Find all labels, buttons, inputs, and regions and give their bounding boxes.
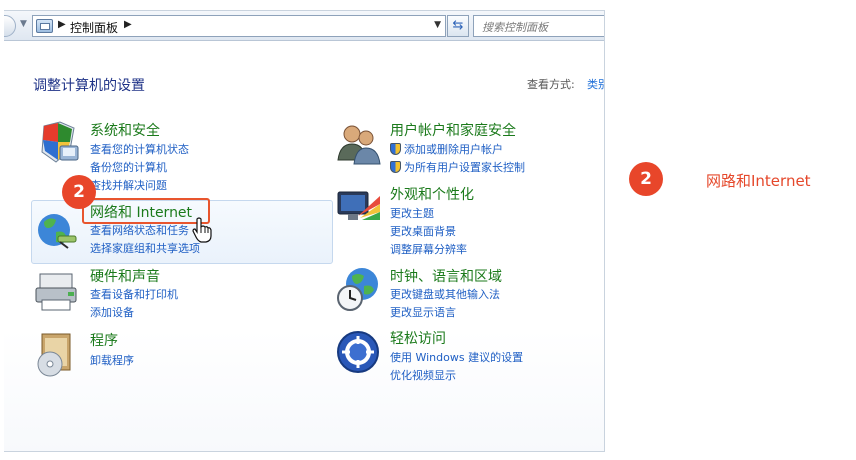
link-homegroup-sharing[interactable]: 选择家庭组和共享选项 <box>90 240 200 256</box>
link-display-language[interactable]: 更改显示语言 <box>390 304 456 320</box>
user-accounts-icon[interactable] <box>336 122 382 168</box>
breadcrumb-arrow-icon[interactable]: ▶ <box>58 19 66 30</box>
clock-language-icon[interactable] <box>336 266 382 312</box>
step-badge-on-screenshot: 2 <box>62 175 96 209</box>
network-title-highlight-frame <box>82 198 210 224</box>
refresh-icon: ⇆ <box>452 18 464 33</box>
view-by-label: 查看方式: <box>527 78 575 91</box>
user-accounts-title[interactable]: 用户帐户和家庭安全 <box>390 120 516 140</box>
link-recommended-settings[interactable]: 使用 Windows 建议的设置 <box>390 349 523 365</box>
search-input[interactable] <box>474 17 604 38</box>
step-label-annotation: 网路和Internet <box>706 172 811 190</box>
control-panel-icon <box>36 19 53 33</box>
link-screen-resolution[interactable]: 调整屏幕分辨率 <box>390 241 467 257</box>
network-globe-icon[interactable] <box>34 206 80 252</box>
appearance-icon[interactable] <box>336 186 382 232</box>
link-add-device[interactable]: 添加设备 <box>90 304 134 320</box>
back-button[interactable] <box>4 15 16 37</box>
link-optimize-display[interactable]: 优化视频显示 <box>390 367 456 383</box>
hand-cursor-icon <box>192 217 212 243</box>
link-parental-controls[interactable]: 为所有用户设置家长控制 <box>390 159 525 175</box>
refresh-button[interactable]: ⇆ <box>447 15 469 37</box>
uac-shield-icon <box>390 143 401 155</box>
link-parental-controls-label: 为所有用户设置家长控制 <box>404 161 525 174</box>
programs-title[interactable]: 程序 <box>90 330 118 350</box>
address-dropdown-icon[interactable]: ▼ <box>434 20 441 30</box>
link-add-remove-accounts[interactable]: 添加或删除用户帐户 <box>390 141 503 157</box>
search-box[interactable] <box>473 15 604 38</box>
printer-hardware-icon[interactable] <box>34 268 80 314</box>
ease-of-access-icon[interactable] <box>336 330 382 376</box>
view-by-dropdown[interactable]: 类别 <box>587 76 604 92</box>
link-change-keyboard[interactable]: 更改键盘或其他输入法 <box>390 286 500 302</box>
history-dropdown-icon[interactable]: ▼ <box>20 19 27 29</box>
link-troubleshoot[interactable]: 查找并解决问题 <box>90 177 167 193</box>
address-toolbar: ▼ ▶ 控制面板 ▶ ▼ ⇆ <box>4 11 604 41</box>
breadcrumb-control-panel[interactable]: 控制面板 <box>70 19 118 36</box>
link-change-wallpaper[interactable]: 更改桌面背景 <box>390 223 456 239</box>
link-network-status[interactable]: 查看网络状态和任务 <box>90 222 189 238</box>
link-backup-computer[interactable]: 备份您的计算机 <box>90 159 167 175</box>
step-badge-annotation: 2 <box>629 162 663 196</box>
breadcrumb-arrow-icon[interactable]: ▶ <box>124 19 132 30</box>
link-devices-printers[interactable]: 查看设备和打印机 <box>90 286 178 302</box>
clock-language-title[interactable]: 时钟、语言和区域 <box>390 266 502 286</box>
page-title: 调整计算机的设置 <box>33 78 145 94</box>
address-bar[interactable]: ▶ 控制面板 ▶ ▼ <box>32 15 446 37</box>
link-uninstall-program[interactable]: 卸载程序 <box>90 352 134 368</box>
link-change-theme[interactable]: 更改主题 <box>390 205 434 221</box>
ease-of-access-title[interactable]: 轻松访问 <box>390 328 446 348</box>
programs-icon[interactable] <box>34 332 80 378</box>
link-view-computer-status[interactable]: 查看您的计算机状态 <box>90 141 189 157</box>
appearance-title[interactable]: 外观和个性化 <box>390 184 474 204</box>
link-add-remove-accounts-label: 添加或删除用户帐户 <box>404 143 503 156</box>
content-area: 调整计算机的设置 查看方式: 类别 系统和安全 查看您的计算机状态 备份您的计算… <box>4 42 604 451</box>
uac-shield-icon <box>390 161 401 173</box>
system-security-icon[interactable] <box>34 120 80 166</box>
hardware-sound-title[interactable]: 硬件和声音 <box>90 266 160 286</box>
control-panel-window: ▼ ▶ 控制面板 ▶ ▼ ⇆ 调整计算机的设置 查看方式: 类别 <box>4 10 605 452</box>
system-security-title[interactable]: 系统和安全 <box>90 120 160 140</box>
